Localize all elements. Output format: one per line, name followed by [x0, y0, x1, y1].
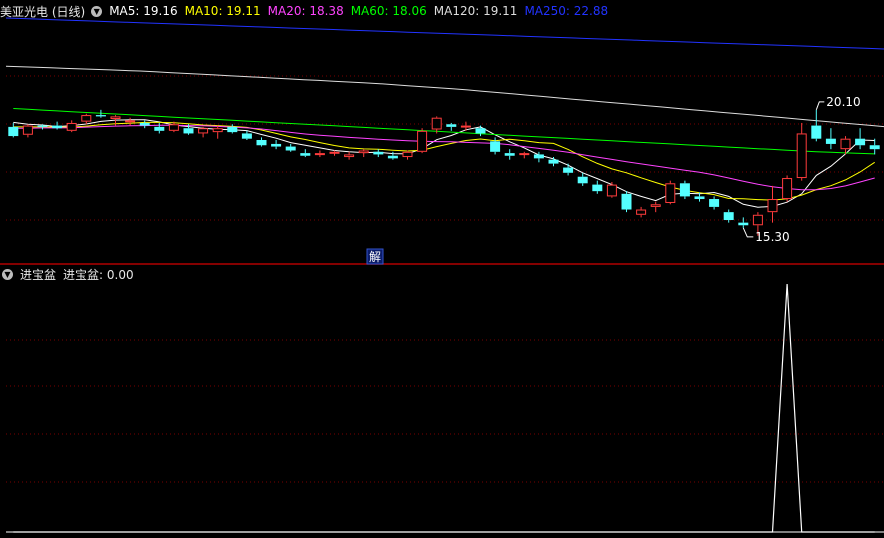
candlestick: [8, 122, 19, 138]
candlestick: [723, 209, 734, 223]
low-price-label: 15.30: [755, 230, 789, 244]
stock-title[interactable]: 美亚光电 (日线): [0, 3, 85, 20]
ma5-line: [13, 119, 875, 208]
badge-label: 解: [369, 250, 381, 264]
ma120-label: MA120: 19.11: [433, 4, 518, 18]
candlestick: [314, 150, 325, 158]
indicator-series-line: [13, 283, 875, 533]
ma120-line: [5, 65, 884, 128]
candlestick: [855, 128, 866, 150]
ma20-line: [13, 124, 875, 191]
indicator-name[interactable]: 进宝盆: [20, 266, 56, 283]
badge-marker[interactable]: 解: [366, 248, 384, 265]
candlestick: [738, 217, 749, 228]
candlestick: [300, 149, 311, 158]
candlestick: [796, 122, 807, 181]
ma10-label: MA10: 19.11: [184, 4, 261, 18]
candlestick: [767, 185, 778, 223]
candlestick: [665, 180, 676, 205]
candlestick: [285, 143, 296, 152]
main-legend: 美亚光电 (日线) ▼ MA5: 19.16 MA10: 19.11 MA20:…: [0, 2, 615, 20]
candlestick: [577, 172, 588, 186]
indicator-value: 进宝盆: 0.00: [63, 267, 134, 282]
ma250-line: [5, 17, 884, 50]
candlestick: [154, 122, 165, 134]
candlestick: [212, 125, 223, 139]
high-marker-line: [815, 101, 825, 111]
candlestick: [358, 149, 369, 158]
ma10-line: [13, 121, 875, 201]
high-price-label: 20.10: [826, 95, 860, 109]
candlestick: [679, 180, 690, 200]
candlestick: [825, 128, 836, 150]
sub-legend: ▼ 进宝盆 进宝盆: 0.00: [0, 265, 141, 283]
candlestick: [271, 140, 282, 150]
ma250-label: MA250: 22.88: [524, 4, 609, 18]
candlestick: [811, 109, 822, 142]
candlestick: [840, 136, 851, 155]
candlestick: [709, 196, 720, 210]
candlestick: [66, 120, 77, 133]
candlestick: [344, 151, 355, 160]
candlestick: [22, 124, 33, 138]
indicator-line: [13, 283, 875, 533]
chevron-down-icon[interactable]: ▼: [91, 5, 103, 17]
ma60-line: [13, 108, 875, 155]
candlestick: [256, 137, 267, 147]
candlestick: [782, 175, 793, 202]
candlestick-series: [8, 109, 880, 236]
candlestick: [504, 149, 515, 160]
moving-average-lines: [5, 17, 884, 208]
low-marker-line: [742, 227, 754, 238]
candlestick: [227, 124, 238, 134]
candlestick: [402, 150, 413, 160]
ma5-label: MA5: 19.16: [109, 4, 178, 18]
candlestick: [869, 138, 880, 155]
candlestick: [519, 151, 530, 159]
candlestick: [563, 163, 574, 176]
candlestick: [81, 113, 92, 125]
candlestick: [636, 206, 647, 218]
ma60-label: MA60: 18.06: [350, 4, 427, 18]
candlestick: [621, 191, 632, 213]
candlestick: [417, 128, 428, 154]
candlestick: [592, 180, 603, 194]
candlestick: [241, 130, 252, 140]
candlestick: [198, 126, 209, 138]
ma20-label: MA20: 18.38: [267, 4, 344, 18]
candlestick: [373, 149, 384, 158]
candlestick: [139, 120, 150, 129]
candlestick: [606, 181, 617, 198]
chevron-down-icon[interactable]: ▼: [2, 268, 13, 280]
candlestick: [650, 201, 661, 213]
